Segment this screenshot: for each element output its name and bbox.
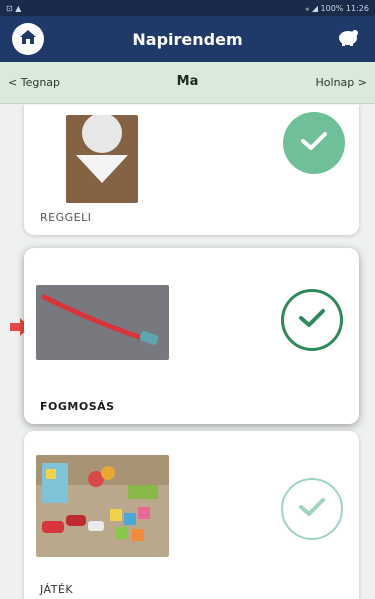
piggy-bank-button[interactable] bbox=[335, 28, 361, 50]
day-navigation: < Tegnap Ma Holnap > bbox=[0, 62, 375, 104]
activity-card-reggeli[interactable]: REGGELI bbox=[24, 105, 359, 235]
done-check-button[interactable] bbox=[283, 112, 345, 174]
activity-card-jatek[interactable]: JÁTÉK bbox=[24, 431, 359, 599]
activity-list[interactable]: REGGELI FOGMOSÁS JÁTÉK bbox=[0, 105, 375, 599]
check-icon bbox=[300, 130, 328, 156]
piggy-bank-icon bbox=[336, 27, 360, 51]
activity-card-fogmosas[interactable]: FOGMOSÁS bbox=[24, 248, 359, 424]
status-left: ⊡ ▲ bbox=[6, 3, 22, 13]
check-icon bbox=[298, 496, 326, 522]
check-icon bbox=[298, 307, 326, 333]
status-right: ⁎ ◢ 100% 11:26 bbox=[305, 3, 369, 13]
pending-check-button[interactable] bbox=[281, 478, 343, 540]
app-title: Napirendem bbox=[132, 29, 243, 49]
home-icon bbox=[19, 29, 37, 49]
activity-photo-toys bbox=[36, 455, 169, 557]
activity-label: JÁTÉK bbox=[40, 583, 74, 596]
home-button[interactable] bbox=[12, 23, 44, 55]
complete-check-button[interactable] bbox=[281, 289, 343, 351]
app-bar: Napirendem bbox=[0, 16, 375, 62]
activity-label: FOGMOSÁS bbox=[40, 400, 115, 413]
next-day-link[interactable]: Holnap > bbox=[316, 76, 367, 89]
previous-day-link[interactable]: < Tegnap bbox=[8, 76, 60, 89]
status-bar: ⊡ ▲ ⁎ ◢ 100% 11:26 bbox=[0, 0, 375, 16]
activity-label: REGGELI bbox=[40, 211, 92, 224]
activity-photo-toothbrush bbox=[36, 285, 169, 360]
activity-photo-breakfast bbox=[66, 115, 138, 203]
